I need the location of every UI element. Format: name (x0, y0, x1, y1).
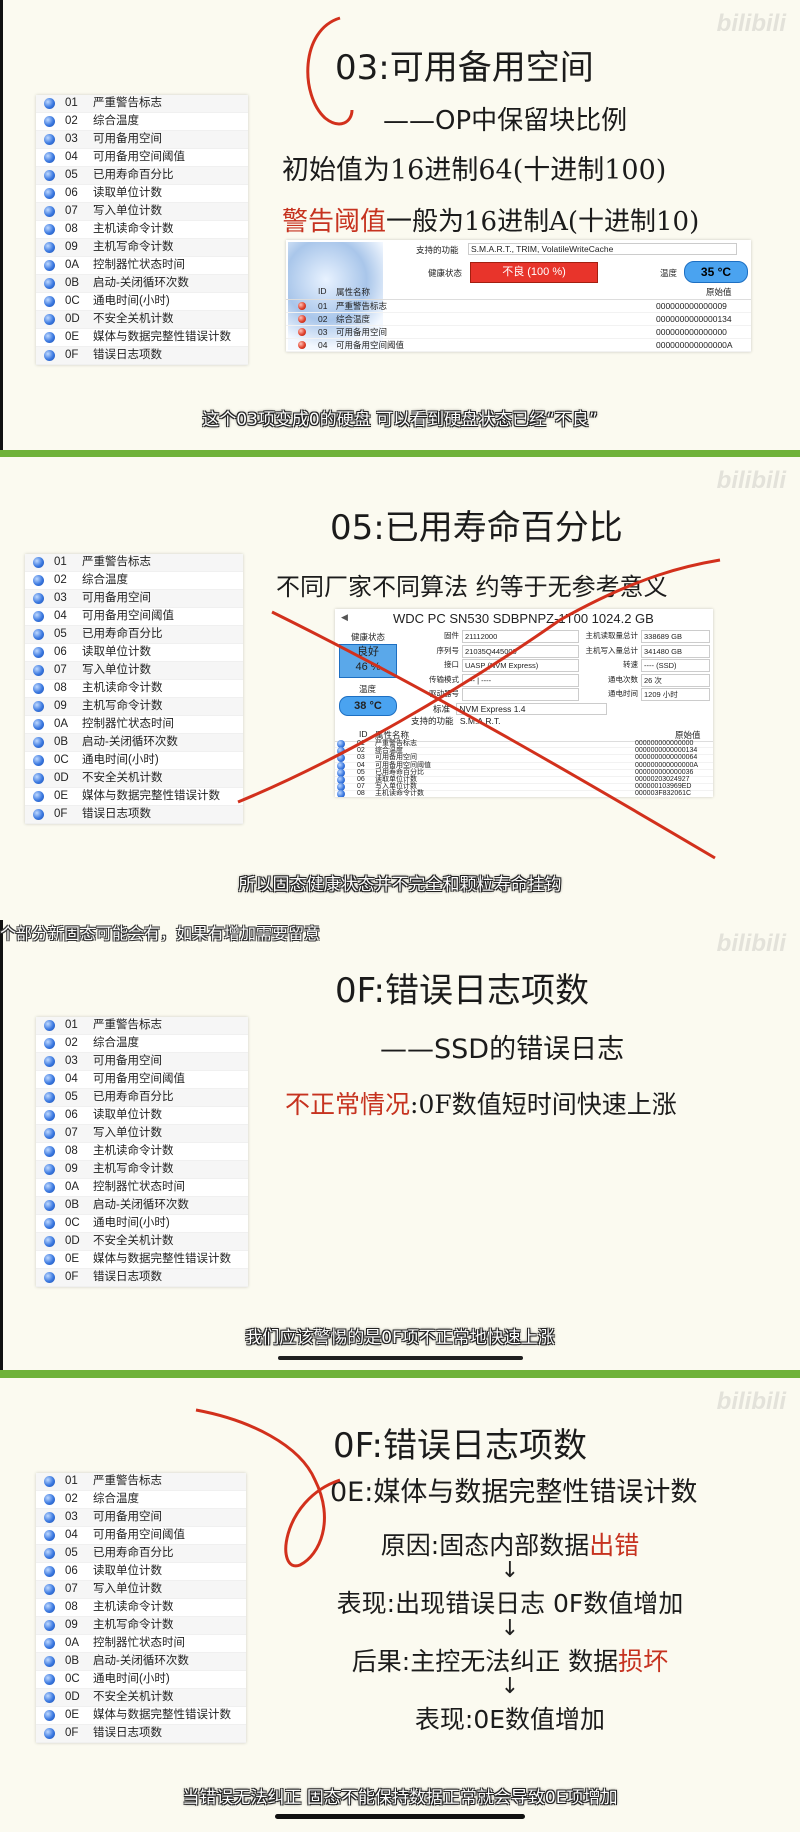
cross-annotation (271, 610, 716, 860)
cross-annotation-2 (237, 558, 721, 804)
circle-annotation-2 (195, 1408, 341, 1568)
hand-drawn-annotations (195, 16, 721, 1568)
circle-annotation-1 (306, 16, 354, 126)
